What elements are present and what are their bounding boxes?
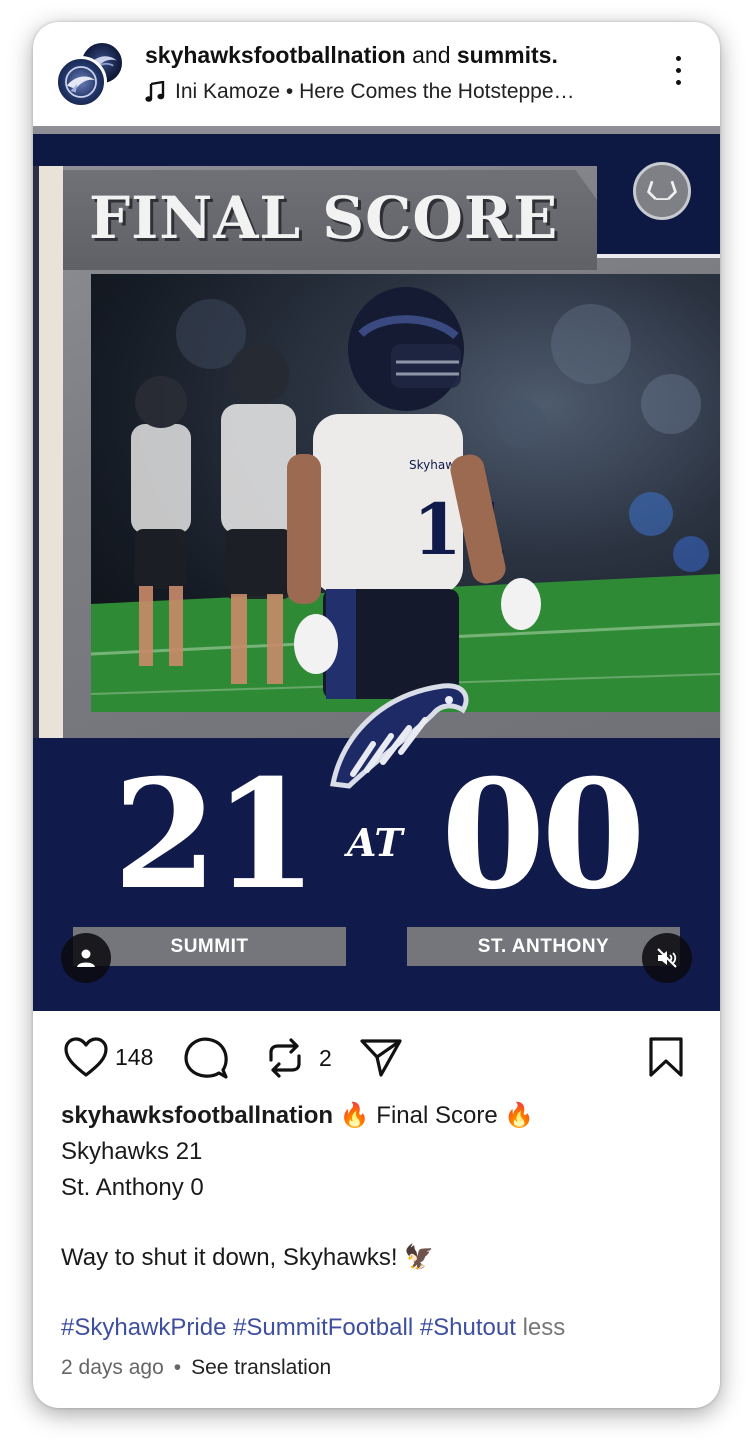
post-time: 2 days ago <box>61 1356 164 1379</box>
account-primary[interactable]: skyhawksfootballnation <box>145 42 406 68</box>
joiner-text: and <box>412 42 451 68</box>
caption-line: St. Anthony 0 <box>61 1174 204 1201</box>
bookmark-icon[interactable] <box>647 1036 685 1078</box>
audio-title: Ini Kamoze • Here Comes the Hotsteppe… <box>175 80 575 103</box>
score-summit: 21 <box>113 747 318 923</box>
post-meta: 2 days ago • See translation <box>61 1356 331 1380</box>
eagle-emoji: 🦅 <box>404 1244 435 1271</box>
fire-emoji: 🔥 <box>339 1102 370 1129</box>
post-header: skyhawksfootballnation and summits. Ini … <box>33 22 720 126</box>
comment-action[interactable] <box>183 1036 229 1080</box>
repost-icon[interactable] <box>265 1036 305 1080</box>
action-bar: 148 2 <box>33 1026 720 1086</box>
collab-avatars[interactable] <box>55 40 129 114</box>
heart-icon[interactable] <box>63 1036 109 1078</box>
audio-link[interactable]: Ini Kamoze • Here Comes the Hotsteppe… <box>145 80 575 104</box>
more-options-button[interactable] <box>665 56 691 92</box>
team-logo-icon <box>633 162 691 220</box>
repost-action[interactable]: 2 <box>265 1036 332 1080</box>
less-link[interactable]: less <box>523 1314 566 1341</box>
score-at-label: AT <box>347 820 403 865</box>
like-count[interactable]: 148 <box>115 1044 153 1071</box>
caption-headline: Final Score <box>376 1102 498 1129</box>
final-score-title: FINAL SCORE <box>89 184 559 252</box>
more-icon <box>675 56 681 61</box>
share-action[interactable] <box>359 1036 403 1078</box>
caption-line: Skyhawks 21 <box>61 1138 203 1165</box>
team-label-st-anthony: ST. ANTHONY <box>407 927 680 966</box>
cream-strip <box>39 166 63 738</box>
see-translation-link[interactable]: See translation <box>191 1356 331 1379</box>
comment-icon[interactable] <box>183 1036 229 1080</box>
fire-emoji: 🔥 <box>504 1102 535 1129</box>
collab-accounts[interactable]: skyhawksfootballnation and summits. <box>145 42 558 69</box>
score-st-anthony: 00 <box>441 747 646 923</box>
post-card: skyhawksfootballnation and summits. Ini … <box>33 22 720 1408</box>
caption-username[interactable]: skyhawksfootballnation <box>61 1102 333 1129</box>
media-divider <box>33 126 720 134</box>
save-action[interactable] <box>647 1036 685 1078</box>
tagged-users-button[interactable] <box>61 933 111 983</box>
music-note-icon <box>145 80 165 103</box>
caption-line: Way to shut it down, Skyhawks! <box>61 1244 398 1271</box>
repost-count[interactable]: 2 <box>319 1045 332 1072</box>
post-media[interactable]: FINAL SCORE 11 Skyhawks 21 AT 00 SUMMIT … <box>33 134 720 1011</box>
mute-button[interactable] <box>642 933 692 983</box>
person-icon <box>77 949 95 967</box>
account-secondary[interactable]: summits. <box>457 42 558 68</box>
speaker-muted-icon <box>657 948 677 968</box>
caption: skyhawksfootballnation 🔥 Final Score 🔥 S… <box>61 1098 701 1346</box>
player-photo: 11 Skyhawks <box>91 274 720 712</box>
share-icon[interactable] <box>359 1036 403 1078</box>
meta-separator: • <box>173 1356 182 1379</box>
team-label-summit: SUMMIT <box>73 927 346 966</box>
hashtags[interactable]: #SkyhawkPride #SummitFootball #Shutout <box>61 1314 516 1341</box>
like-action[interactable]: 148 <box>63 1036 153 1078</box>
avatar-skyhawksfootballnation[interactable] <box>55 56 107 108</box>
